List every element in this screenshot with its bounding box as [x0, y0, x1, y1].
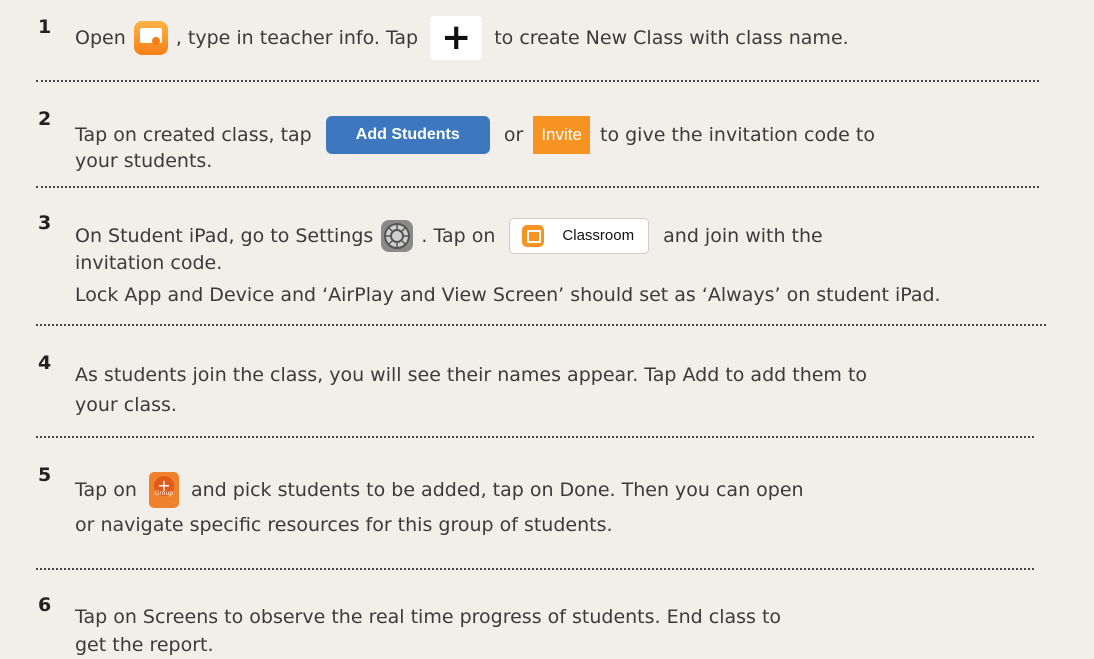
step-text: your students.	[75, 150, 213, 172]
step-text: Tap on Screens to observe the real time …	[75, 606, 782, 628]
step-text: invitation code.	[75, 252, 223, 274]
plus-icon: +	[430, 16, 483, 60]
divider	[36, 186, 1039, 188]
step-text: or	[503, 124, 524, 146]
classroom-setting: Classroom	[509, 218, 650, 254]
group-add-icon: + Group	[148, 472, 179, 508]
step-number: 4	[38, 352, 52, 374]
step-number: 5	[38, 464, 52, 486]
step-number: 1	[38, 16, 52, 38]
divider	[36, 568, 1034, 570]
step-text: get the report.	[75, 634, 214, 656]
step-text: to create New Class with class name.	[494, 27, 849, 49]
step-text: , type in teacher info. Tap	[175, 27, 419, 49]
settings-gear-icon	[381, 220, 414, 252]
classroom-label: Classroom	[562, 227, 635, 244]
step-text: On Student iPad, go to Settings	[75, 225, 374, 247]
step-number: 3	[38, 212, 52, 234]
invite-button: Invite	[533, 116, 590, 154]
classroom-app-icon	[133, 21, 168, 55]
divider	[36, 324, 1046, 326]
divider	[36, 436, 1034, 438]
classroom-mini-icon	[522, 225, 545, 248]
group-label: Group	[154, 490, 174, 497]
step-text: As students join the class, you will see…	[75, 364, 868, 386]
divider	[36, 80, 1039, 82]
step-text: or navigate specific resources for this …	[75, 514, 613, 536]
step-number: 6	[38, 594, 52, 616]
step-text: Lock App and Device and ‘AirPlay and Vie…	[75, 284, 941, 306]
step-text: and join with the	[663, 225, 823, 247]
step-text: Open	[75, 27, 126, 49]
step-text: and pick students to be added, tap on Do…	[190, 479, 804, 501]
step-text: your class.	[75, 394, 177, 416]
step-text: to give the invitation code to	[600, 124, 875, 146]
step-text: . Tap on	[421, 225, 496, 247]
add-students-button: Add Students	[325, 116, 490, 154]
step-text: Tap on created class, tap	[75, 124, 312, 146]
step-text: Tap on	[75, 479, 137, 501]
step-number: 2	[38, 108, 52, 130]
